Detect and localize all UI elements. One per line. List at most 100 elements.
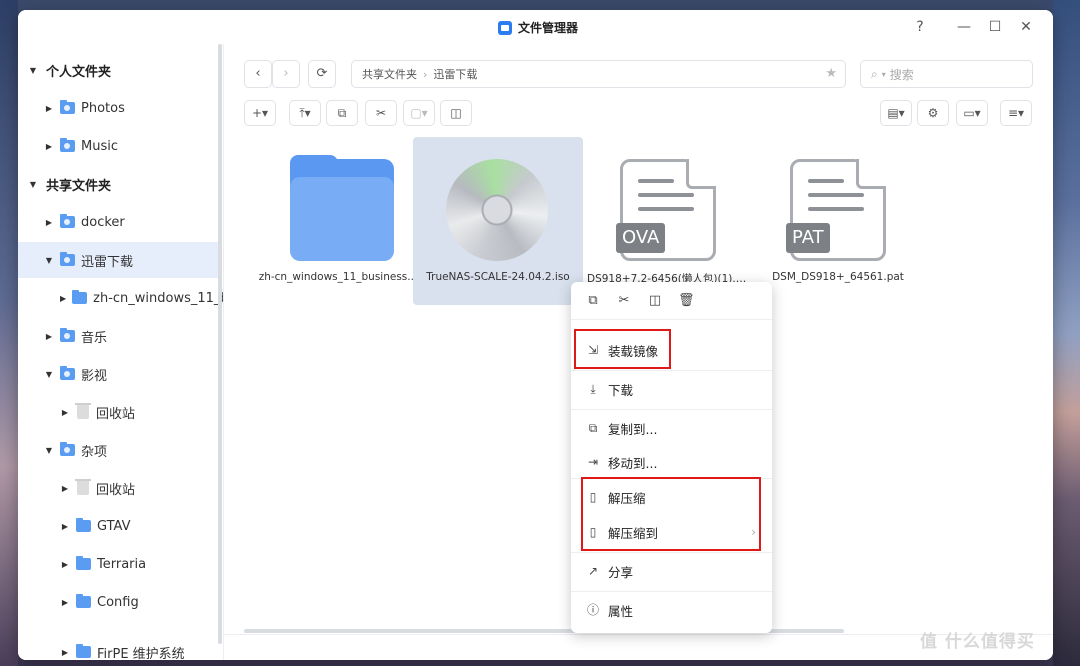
- sidebar-item-label: 杂项: [81, 444, 108, 460]
- watermark: 值 什么值得买: [920, 632, 1035, 652]
- collapse-triangle-icon[interactable]: ▶: [60, 294, 66, 303]
- sidebar-section-shared[interactable]: ▼ 共享文件夹: [18, 166, 218, 202]
- sidebar-item-gtav[interactable]: ▶ GTAV: [18, 508, 218, 544]
- menu-item-label: 复制到...: [608, 421, 658, 437]
- sidebar-item-photos[interactable]: ▶ Photos: [18, 90, 218, 126]
- folder-icon: [76, 594, 91, 608]
- file-item-folder[interactable]: zh-cn_windows_11_business...: [253, 137, 423, 305]
- help-button[interactable]: ?: [911, 18, 929, 36]
- forward-button[interactable]: ›: [272, 60, 300, 88]
- recycle-bin-icon: [75, 479, 91, 495]
- compress-button[interactable]: ◫: [440, 100, 472, 126]
- sidebar-scrollbar[interactable]: [218, 44, 222, 644]
- search-dropdown-icon[interactable]: ▾: [882, 70, 886, 79]
- collapse-triangle-icon[interactable]: ▶: [60, 484, 70, 493]
- highlight-box-extract: [581, 477, 761, 551]
- collapse-triangle-icon[interactable]: ▶: [44, 104, 54, 113]
- sidebar-item-config[interactable]: ▶ Config: [18, 584, 218, 620]
- compress-icon[interactable]: ◫: [647, 293, 663, 309]
- sidebar-item-recycle-bin[interactable]: ▶ 回收站: [18, 470, 218, 506]
- breadcrumb-item[interactable]: 迅雷下载: [433, 66, 477, 82]
- sidebar-item-recycle-bin[interactable]: ▶ 回收站: [18, 394, 218, 430]
- copy-button[interactable]: ⧉: [326, 100, 358, 126]
- sidebar-section-personal[interactable]: ▼ 个人文件夹: [18, 52, 218, 88]
- delete-icon[interactable]: 🗑: [678, 293, 695, 309]
- sidebar-item-windows-folder[interactable]: ▶ zh-cn_windows_11_bu: [18, 280, 223, 316]
- sidebar-item-terraria[interactable]: ▶ Terraria: [18, 546, 218, 582]
- back-button[interactable]: ‹: [244, 60, 272, 88]
- paste-button[interactable]: ▢▾: [403, 100, 435, 126]
- file-item-iso[interactable]: TrueNAS-SCALE-24.04.2.iso: [413, 137, 583, 305]
- favorite-star-icon[interactable]: ★: [825, 66, 837, 81]
- sidebar-item-label: 共享文件夹: [46, 178, 112, 194]
- context-menu: ⧉ ✂ ◫ 🗑 ⇲ 装载镜像 ⤓ 下载 ⧉ 复制到... ⇥ 移动到... ▯ …: [571, 282, 772, 633]
- breadcrumb[interactable]: 共享文件夹 › 迅雷下载 ★: [351, 60, 846, 88]
- shared-folder-icon: [60, 328, 75, 342]
- menu-item-label: 属性: [608, 603, 634, 619]
- toolbox-button[interactable]: ▤▾: [880, 100, 912, 126]
- expand-triangle-icon[interactable]: ▼: [44, 446, 54, 455]
- sidebar-item-misc[interactable]: ▼ 杂项: [18, 432, 218, 468]
- breadcrumb-separator-icon: ›: [423, 67, 428, 81]
- sidebar-item-label: Terraria: [97, 556, 147, 572]
- copy-icon[interactable]: ⧉: [585, 293, 601, 309]
- collapse-triangle-icon[interactable]: ▶: [44, 218, 54, 227]
- move-to-icon: ⇥: [587, 455, 599, 469]
- expand-triangle-icon[interactable]: ▼: [44, 256, 54, 265]
- sidebar-item-music[interactable]: ▶ Music: [18, 128, 218, 164]
- sidebar-item-label: 迅雷下载: [81, 254, 134, 270]
- sidebar-item-music-cn[interactable]: ▶ 音乐: [18, 318, 218, 354]
- close-button[interactable]: ✕: [1017, 18, 1035, 36]
- sidebar-item-label: zh-cn_windows_11_bu: [93, 290, 223, 306]
- collapse-triangle-icon[interactable]: ▶: [60, 408, 70, 417]
- share-icon: ↗: [587, 564, 599, 578]
- collapse-triangle-icon[interactable]: ▶: [60, 648, 70, 657]
- sidebar-item-label: FirPE 维护系统: [97, 646, 185, 661]
- sort-button[interactable]: ≡▾: [1000, 100, 1032, 126]
- copy-to-icon: ⧉: [588, 421, 598, 435]
- menu-item-share[interactable]: ↗ 分享: [571, 554, 772, 588]
- refresh-button[interactable]: ⟳: [308, 60, 336, 88]
- sidebar-item-docker[interactable]: ▶ docker: [18, 204, 218, 240]
- collapse-triangle-icon[interactable]: ▶: [44, 332, 54, 341]
- cut-icon[interactable]: ✂: [365, 100, 397, 126]
- settings-gear-icon[interactable]: ⚙: [917, 100, 949, 126]
- shared-folder-icon: [60, 214, 75, 228]
- expand-triangle-icon[interactable]: ▼: [28, 66, 38, 75]
- menu-item-copy-to[interactable]: ⧉ 复制到...: [571, 411, 772, 445]
- collapse-triangle-icon[interactable]: ▶: [44, 142, 54, 151]
- sidebar-item-label: 回收站: [96, 406, 136, 422]
- new-button[interactable]: +▾: [244, 100, 276, 126]
- file-name: DSM_DS918+_64561.pat: [772, 271, 904, 283]
- menu-item-label: 分享: [608, 564, 634, 580]
- collapse-triangle-icon[interactable]: ▶: [60, 522, 70, 531]
- expand-triangle-icon[interactable]: ▼: [44, 370, 54, 379]
- sidebar-item-label: GTAV: [97, 518, 131, 534]
- expand-triangle-icon[interactable]: ▼: [28, 180, 38, 189]
- sidebar-item-video[interactable]: ▼ 影视: [18, 356, 218, 392]
- file-item-pat[interactable]: PAT DSM_DS918+_64561.pat: [753, 137, 923, 305]
- search-input[interactable]: ⌕ ▾ 搜索: [860, 60, 1033, 88]
- folder-icon: [76, 556, 91, 570]
- collapse-triangle-icon[interactable]: ▶: [60, 560, 70, 569]
- upload-button[interactable]: ⤒▾: [289, 100, 321, 126]
- view-mode-button[interactable]: ▭▾: [956, 100, 988, 126]
- sidebar-item-xunlei-download[interactable]: ▼ 迅雷下载: [18, 242, 218, 278]
- menu-item-download[interactable]: ⤓ 下载: [571, 372, 772, 406]
- sidebar-item-label: 音乐: [81, 330, 108, 346]
- file-manager-app-icon: [498, 20, 512, 35]
- maximize-button[interactable]: ☐: [986, 18, 1004, 36]
- collapse-triangle-icon[interactable]: ▶: [60, 598, 70, 607]
- menu-item-properties[interactable]: ⓘ 属性: [571, 593, 772, 627]
- folder-icon: [76, 644, 91, 658]
- minimize-button[interactable]: —: [955, 18, 973, 36]
- sidebar-item-firpe[interactable]: ▶ FirPE 维护系统: [18, 634, 218, 660]
- breadcrumb-item[interactable]: 共享文件夹: [362, 66, 417, 82]
- menu-item-move-to[interactable]: ⇥ 移动到...: [571, 445, 772, 479]
- file-item-ova[interactable]: OVA DS918+7.2-6456(懒人包)(1).o...: [583, 137, 753, 305]
- folder-icon: [290, 155, 394, 261]
- menu-divider: [571, 370, 772, 371]
- file-name: zh-cn_windows_11_business...: [258, 271, 418, 283]
- menu-divider: [571, 409, 772, 410]
- cut-icon[interactable]: ✂: [616, 293, 632, 309]
